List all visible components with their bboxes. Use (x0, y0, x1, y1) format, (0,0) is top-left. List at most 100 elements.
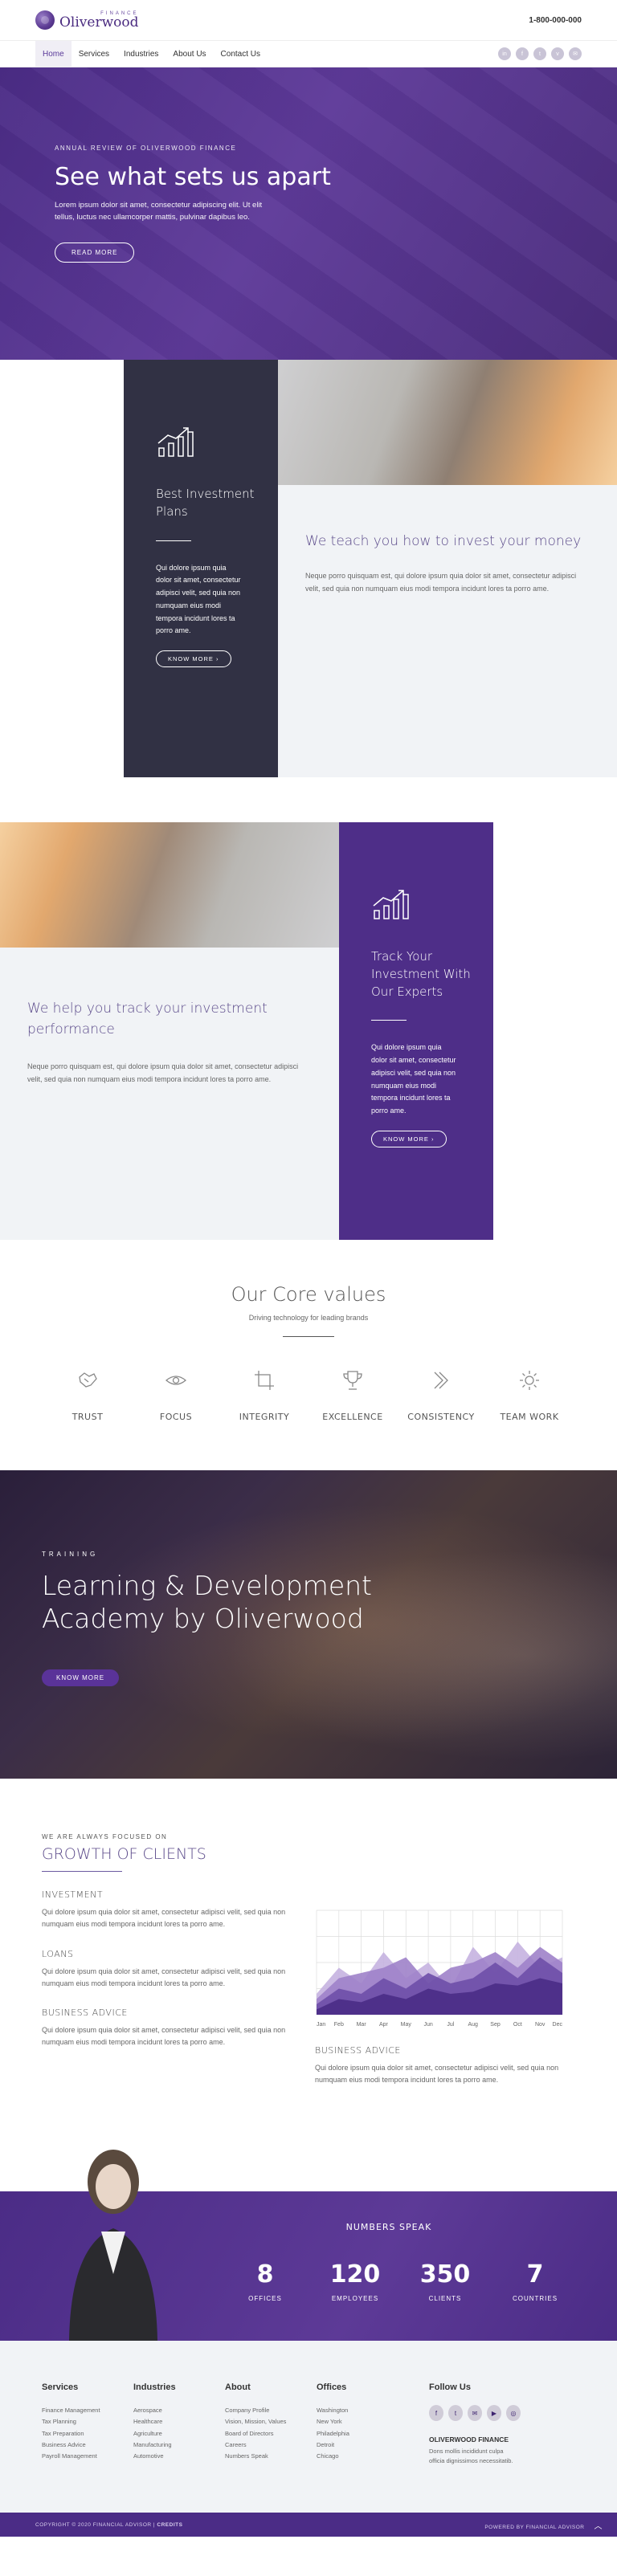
footer-col-industries: Industries Aerospace Healthcare Agricult… (133, 2382, 225, 2466)
twitter-icon[interactable]: t (533, 47, 546, 60)
nav-industries[interactable]: Industries (116, 41, 165, 67)
footer-link[interactable]: Company Profile (225, 2405, 317, 2416)
email-icon[interactable]: ✉ (468, 2405, 482, 2421)
training-know-more-button[interactable]: KNOW MORE (42, 1669, 120, 1686)
know-more-button[interactable]: KNOW MORE › (156, 650, 231, 667)
x-tick-label: Apr (379, 2022, 389, 2028)
footer-link[interactable]: Payroll Management (42, 2451, 133, 2462)
track-text-panel: We help you track your investment perfor… (0, 948, 339, 1240)
invest-section: Best Investment Plans Qui dolore ipsum q… (0, 360, 617, 777)
facebook-icon[interactable]: f (516, 47, 529, 60)
trophy-icon (343, 1371, 362, 1390)
footer-link[interactable]: Manufacturing (133, 2439, 225, 2451)
x-tick-label: Sep (490, 2022, 501, 2028)
value-integrity: INTEGRITY (220, 1369, 308, 1422)
growth-chart-icon (373, 890, 409, 919)
track-text: Neque porro quisquam est, qui dolore ips… (27, 1062, 299, 1083)
footer-link[interactable]: Automotive (133, 2451, 225, 2462)
footer-link[interactable]: Agriculture (133, 2428, 225, 2439)
facebook-icon[interactable]: f (429, 2405, 443, 2421)
footer-link[interactable]: Washington (317, 2405, 408, 2416)
phone-number[interactable]: 1-800-000-000 (529, 16, 582, 25)
value-label: CONSISTENCY (407, 1412, 475, 1422)
copyright-text: COPYRIGHT © 2020 FINANCIAL ADVISOR | (35, 2521, 157, 2528)
laptop-photo (0, 822, 339, 948)
track-heading: We help you track your investment perfor… (27, 1001, 268, 1037)
footer-link[interactable]: Finance Management (42, 2405, 133, 2416)
values-list: TRUST FOCUS INTEGRITY EXCELLENCE CONSIST… (0, 1369, 617, 1422)
x-tick-label: Jan (317, 2022, 325, 2028)
linkedin-icon[interactable]: in (498, 47, 511, 60)
x-tick-label: Feb (334, 2022, 344, 2028)
footer-link[interactable]: Healthcare (133, 2416, 225, 2427)
footer-link[interactable]: Aerospace (133, 2405, 225, 2416)
growth-item-loans: LOANS Qui dolore ipsum quia dolor sit am… (42, 1949, 299, 1991)
card-text: Qui dolore ipsum quia dolor sit amet, co… (371, 1043, 456, 1115)
growth-item-title: BUSINESS ADVICE (315, 2045, 401, 2056)
footer-link[interactable]: Vision, Mission, Values (225, 2416, 317, 2427)
stat-value: 7 (526, 2260, 544, 2289)
instagram-icon[interactable]: ◎ (506, 2405, 521, 2421)
footer-link[interactable]: Numbers Speak (225, 2451, 317, 2462)
eye-icon (165, 1376, 187, 1385)
stat-value: 120 (329, 2260, 381, 2289)
value-label: EXCELLENCE (322, 1412, 383, 1422)
investment-plans-card: Best Investment Plans Qui dolore ipsum q… (124, 360, 278, 777)
training-title-line2: Academy by Oliverwood (42, 1603, 364, 1635)
scroll-top-icon[interactable]: ︿ (595, 2522, 603, 2531)
nav-services[interactable]: Services (72, 41, 116, 67)
footer-link[interactable]: Detroit (317, 2439, 408, 2451)
logo[interactable]: FINANCE Oliverwood (35, 10, 139, 30)
youtube-icon[interactable]: ▶ (487, 2405, 501, 2421)
value-label: FOCUS (159, 1412, 193, 1422)
stat-label: OFFICES (248, 2295, 282, 2302)
main-nav: Home Services Industries About Us Contac… (35, 41, 268, 67)
footer-link[interactable]: New York (317, 2416, 408, 2427)
footer-col-title: Services (42, 2382, 79, 2392)
footer-link[interactable]: Chicago (317, 2451, 408, 2462)
copyright: COPYRIGHT © 2020 FINANCIAL ADVISOR | CRE… (35, 2522, 182, 2528)
numbers-section: NUMBERS SPEAK 8 OFFICES 120 EMPLOYEES 35… (0, 2150, 617, 2341)
vimeo-icon[interactable]: v (551, 47, 564, 60)
header-social: in f t v ✉ (498, 47, 582, 60)
logo-mark-icon (35, 10, 55, 30)
value-team-work: TEAM WORK (485, 1369, 574, 1422)
growth-item-investment: INVESTMENT Qui dolore ipsum quia dolor s… (42, 1889, 299, 1931)
hero-read-more-button[interactable]: READ MORE (55, 243, 135, 263)
footer-link[interactable]: Careers (225, 2439, 317, 2451)
nav-home[interactable]: Home (35, 41, 72, 67)
x-tick-label: May (401, 2022, 412, 2028)
stat-value: 350 (419, 2260, 471, 2289)
credits-link[interactable]: CREDITS (157, 2522, 182, 2528)
hero-title: See what sets us apart (55, 163, 331, 191)
footer-link[interactable]: Board of Directors (225, 2428, 317, 2439)
growth-item-text: Qui dolore ipsum quia dolor sit amet, co… (42, 1908, 286, 1929)
chevrons-icon (434, 1372, 448, 1389)
footer-link[interactable]: Tax Preparation (42, 2428, 133, 2439)
x-tick-label: Jun (423, 2022, 432, 2028)
x-tick-label: Dec (553, 2022, 563, 2028)
training-section: TRAINING Learning & Development Academy … (0, 1470, 617, 1779)
twitter-icon[interactable]: t (448, 2405, 463, 2421)
footer-link[interactable]: Business Advice (42, 2439, 133, 2451)
value-consistency: CONSISTENCY (397, 1369, 485, 1422)
footer-link[interactable]: Philadelphia (317, 2428, 408, 2439)
growth-item-business-advice-right: BUSINESS ADVICE Qui dolore ipsum quia do… (315, 2045, 564, 2087)
nav-contact-us[interactable]: Contact Us (214, 41, 268, 67)
growth-item-text: Qui dolore ipsum quia dolor sit amet, co… (315, 2064, 559, 2085)
track-section: We help you track your investment perfor… (0, 822, 617, 1240)
stat-value: 8 (256, 2260, 274, 2289)
nav-about-us[interactable]: About Us (165, 41, 213, 67)
x-tick-label: Nov (535, 2022, 545, 2028)
email-icon[interactable]: ✉ (569, 47, 582, 60)
know-more-button[interactable]: KNOW MORE › (371, 1130, 447, 1147)
core-values-section: Our Core values Driving technology for l… (0, 1240, 617, 1470)
core-title: Our Core values (231, 1283, 386, 1306)
growth-item-business-advice: BUSINESS ADVICE Qui dolore ipsum quia do… (42, 2007, 299, 2049)
hero-section: ANNUAL REVIEW OF OLIVERWOOD FINANCE See … (0, 67, 617, 360)
track-experts-card: Track Your Investment With Our Experts Q… (339, 822, 493, 1240)
growth-item-text: Qui dolore ipsum quia dolor sit amet, co… (42, 2026, 286, 2047)
value-label: TRUST (72, 1412, 104, 1422)
footer-link[interactable]: Tax Planning (42, 2416, 133, 2427)
growth-item-title: INVESTMENT (42, 1889, 104, 1900)
